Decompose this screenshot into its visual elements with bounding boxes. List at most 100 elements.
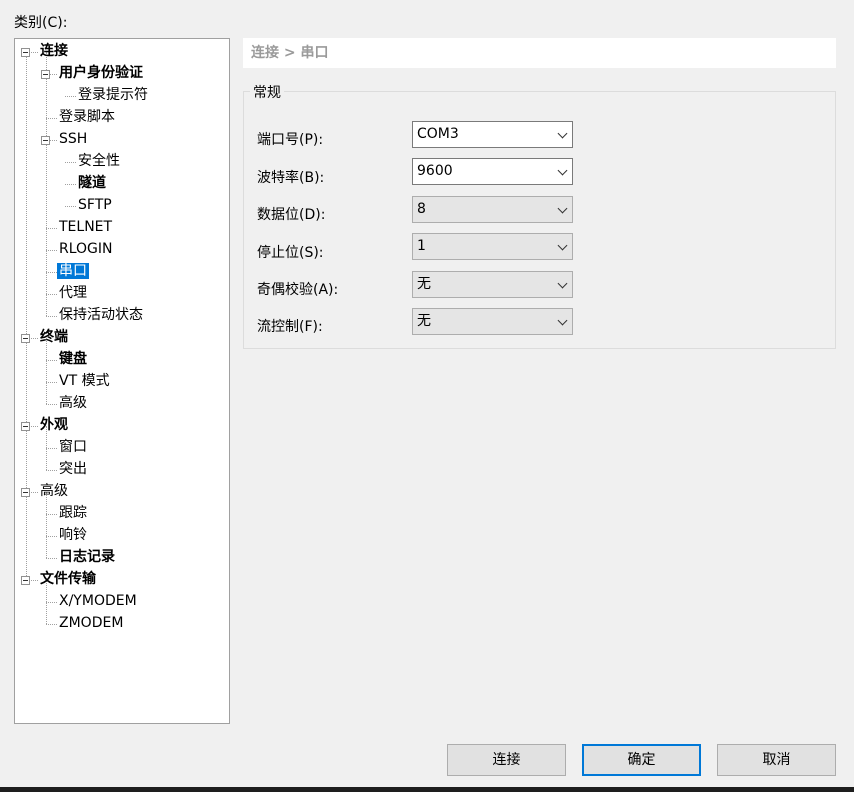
tree-item-label: 键盘	[59, 351, 87, 367]
tree-connector-hline	[46, 470, 57, 471]
tree-connector-hline	[46, 360, 57, 361]
tree-item[interactable]: 代理	[59, 283, 87, 303]
tree-item-label: 终端	[40, 329, 68, 345]
tree-item-label: 用户身份验证	[59, 65, 143, 81]
tree-item[interactable]: 键盘	[59, 349, 87, 369]
tree-connector-hline	[46, 624, 57, 625]
flow-select[interactable]: 无	[412, 308, 573, 335]
category-tree[interactable]: 连接用户身份验证登录提示符登录脚本 SSH 安全性隧道 SFTP TELNET RLOGI…	[14, 38, 230, 724]
databits-label: 数据位(D):	[257, 207, 326, 223]
tree-item[interactable]: 日志记录	[59, 547, 115, 567]
tree-item[interactable]: 串口	[57, 261, 89, 281]
tree-item-label: 登录脚本	[59, 109, 115, 125]
connect-button[interactable]: 连接	[447, 744, 566, 776]
baud-select[interactable]: 9600	[412, 158, 573, 185]
tree-item[interactable]: 文件传输	[40, 569, 96, 589]
tree-item[interactable]: VT 模式	[59, 371, 110, 391]
tree-connector-line	[46, 492, 47, 558]
tree-item-label: 高级	[40, 483, 68, 499]
cancel-button[interactable]: 取消	[717, 744, 836, 776]
tree-item-label: 保持活动状态	[59, 307, 143, 323]
tree-connector-hline	[46, 118, 57, 119]
tree-item[interactable]: 终端	[40, 327, 68, 347]
tree-item[interactable]: SSH	[59, 129, 87, 149]
tree-item[interactable]: 保持活动状态	[59, 305, 143, 325]
tree-item[interactable]: X/YMODEM	[59, 591, 137, 611]
tree-item-label: 窗口	[59, 439, 87, 455]
parity-value: 无	[417, 276, 431, 292]
tree-item-label: TELNET	[59, 219, 113, 235]
breadcrumb: 连接 > 串口	[243, 38, 836, 68]
tree-item-label: 连接	[40, 43, 68, 59]
tree-connector-hline	[46, 294, 57, 295]
flow-label: 流控制(F):	[257, 319, 323, 335]
tree-item[interactable]: ZMODEM	[59, 613, 123, 633]
ok-button[interactable]: 确定	[582, 744, 701, 776]
chevron-down-icon	[557, 240, 568, 251]
tree-item[interactable]: 隧道	[78, 173, 106, 193]
tree-item-label: 安全性	[78, 153, 120, 169]
stopbits-value: 1	[417, 238, 426, 254]
tree-connector-hline	[46, 382, 57, 383]
tree-connector-hline	[46, 228, 57, 229]
tree-connector-hline	[46, 602, 57, 603]
tree-connector-hline	[46, 316, 57, 317]
tree-item[interactable]: 高级	[59, 393, 87, 413]
parity-label: 奇偶校验(A):	[257, 282, 339, 298]
tree-item-label: SFTP	[78, 197, 112, 213]
tree-item[interactable]: 安全性	[78, 151, 120, 171]
tree-item[interactable]: 登录提示符	[78, 85, 148, 105]
chevron-down-icon	[557, 128, 568, 139]
chevron-down-icon	[557, 203, 568, 214]
flow-value: 无	[417, 313, 431, 329]
tree-connector-line	[46, 338, 47, 404]
tree-connector-hline	[46, 272, 57, 273]
tree-connector-line	[46, 52, 47, 316]
tree-item[interactable]: TELNET	[59, 217, 112, 237]
tree-connector-line	[26, 52, 27, 580]
tree-item[interactable]: 突出	[59, 459, 87, 479]
tree-item[interactable]: 连接	[40, 41, 68, 61]
tree-item[interactable]: 登录脚本	[59, 107, 115, 127]
tree-item-label: SSH	[59, 131, 88, 147]
tree-item-label: VT 模式	[59, 373, 110, 389]
tree-item[interactable]: 用户身份验证	[59, 63, 143, 83]
tree-item[interactable]: 高级	[40, 481, 68, 501]
tree-item-label: 文件传输	[40, 571, 96, 587]
collapse-icon[interactable]	[21, 48, 30, 57]
tree-item[interactable]: 跟踪	[59, 503, 87, 523]
chevron-down-icon	[557, 278, 568, 289]
tree-item-label: X/YMODEM	[59, 593, 137, 609]
tree-item-label: 串口	[57, 263, 89, 279]
tree-item-label: 响铃	[59, 527, 87, 543]
tree-item-label: RLOGIN	[59, 241, 113, 257]
stopbits-label: 停止位(S):	[257, 245, 324, 261]
collapse-icon[interactable]	[21, 422, 30, 431]
port-value: COM3	[417, 126, 459, 142]
collapse-icon[interactable]	[21, 576, 30, 585]
tree-item-label: 跟踪	[59, 505, 87, 521]
tree-item[interactable]: 外观	[40, 415, 68, 435]
collapse-icon[interactable]	[21, 488, 30, 497]
collapse-icon[interactable]	[41, 136, 50, 145]
tree-item[interactable]: 窗口	[59, 437, 87, 457]
databits-select[interactable]: 8	[412, 196, 573, 223]
collapse-icon[interactable]	[21, 334, 30, 343]
tree-connector-hline	[65, 162, 76, 163]
tree-item-label: 高级	[59, 395, 87, 411]
port-select[interactable]: COM3	[412, 121, 573, 148]
tree-item[interactable]: RLOGIN	[59, 239, 113, 259]
tree-item[interactable]: SFTP	[78, 195, 112, 215]
chevron-down-icon	[557, 315, 568, 326]
parity-select[interactable]: 无	[412, 271, 573, 298]
databits-value: 8	[417, 201, 426, 217]
stopbits-select[interactable]: 1	[412, 233, 573, 260]
baud-label: 波特率(B):	[257, 170, 325, 186]
collapse-icon[interactable]	[41, 70, 50, 79]
baud-value: 9600	[417, 163, 453, 179]
tree-connector-hline	[46, 448, 57, 449]
tree-item[interactable]: 响铃	[59, 525, 87, 545]
tree-connector-hline	[46, 536, 57, 537]
tree-item-label: 日志记录	[59, 549, 115, 565]
tree-connector-hline	[46, 558, 57, 559]
